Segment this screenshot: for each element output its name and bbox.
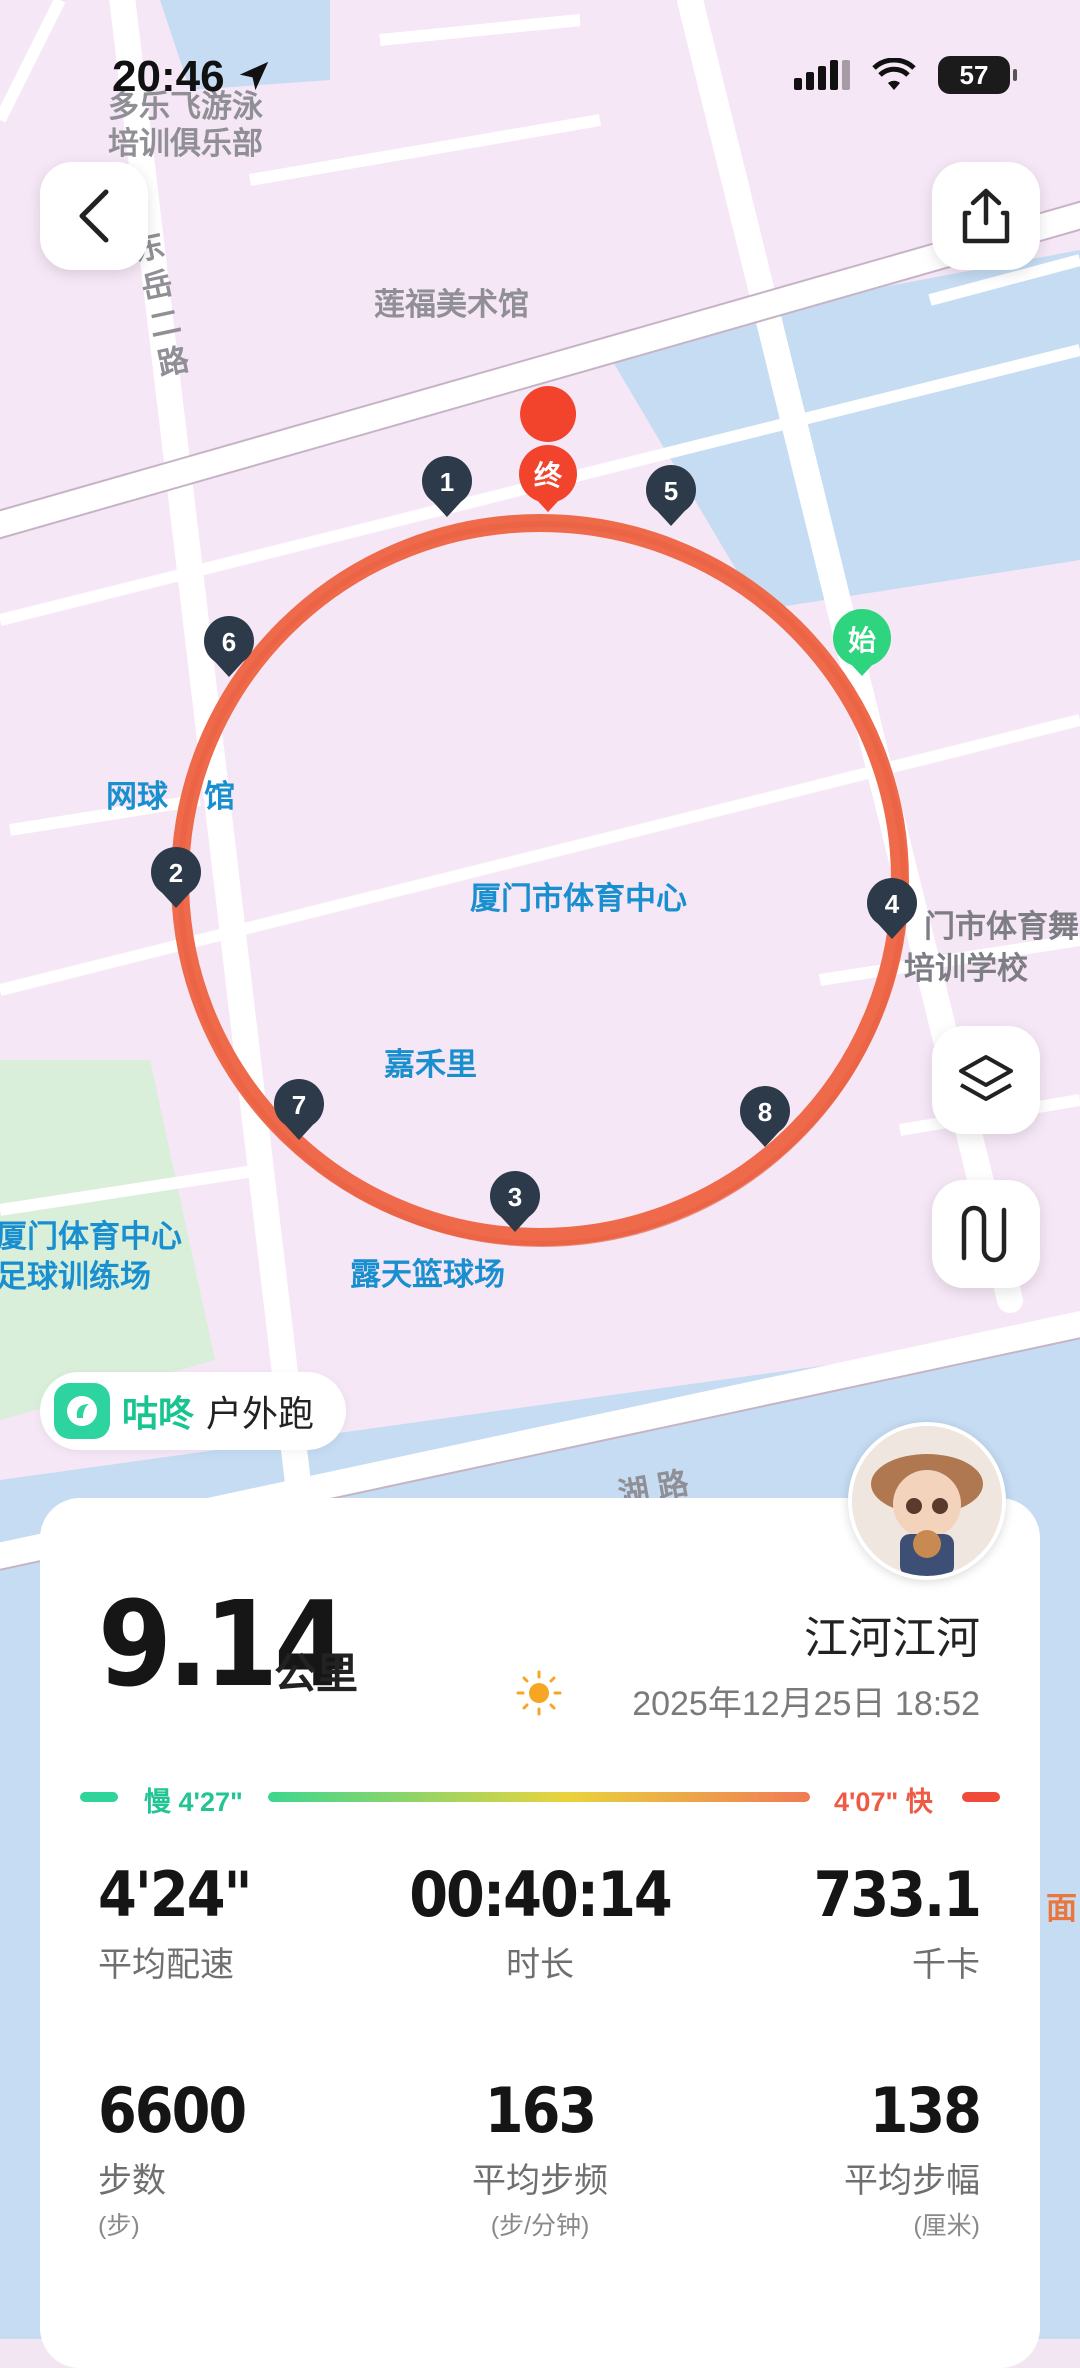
metric-stride-value: 138: [869, 2074, 982, 2147]
km-marker-label: 6: [222, 627, 236, 657]
km-marker-label: 3: [508, 1182, 522, 1212]
start-marker-label: 始: [848, 625, 876, 656]
metric-stride: 138 平均步幅 (厘米): [660, 2074, 982, 2242]
km-marker-8[interactable]: 8: [740, 1086, 790, 1147]
share-button[interactable]: [932, 162, 1040, 270]
sun-icon: [516, 1670, 562, 1716]
metric-avg-pace-value: 4'24": [98, 1858, 253, 1931]
metric-duration-value: 00:40:14: [409, 1858, 673, 1931]
pace-slow-indicator: [80, 1792, 118, 1802]
distance-unit: 公里: [274, 1650, 359, 1697]
route-style-icon: [961, 1205, 1007, 1263]
metric-duration-label: 时长: [506, 1946, 574, 1984]
metric-cadence-label: 平均步频: [472, 2162, 608, 2200]
wifi-icon: [872, 58, 916, 90]
km-marker-label: 1: [440, 467, 454, 497]
battery-level: 57: [959, 59, 989, 90]
metric-avg-pace: 4'24" 平均配速: [98, 1858, 418, 1986]
metric-avg-pace-label: 平均配速: [98, 1946, 234, 1984]
status-icons: 57: [794, 56, 1017, 94]
app-sport-badge: 咕咚 户外跑: [40, 1372, 347, 1450]
status-time: 20:46: [112, 52, 271, 102]
layers-icon: [959, 1055, 1013, 1101]
metric-stride-unit: (厘米): [913, 2212, 980, 2240]
app-name: 咕咚: [122, 1393, 195, 1434]
km-marker-4[interactable]: 4: [867, 878, 917, 939]
map-layers-button[interactable]: [932, 1026, 1040, 1134]
km-marker-2[interactable]: 2: [151, 847, 201, 908]
battery-indicator: 57: [938, 56, 1017, 94]
km-marker-7[interactable]: 7: [274, 1079, 324, 1140]
km-marker-label: 7: [292, 1090, 306, 1120]
km-marker-5[interactable]: 5: [646, 465, 696, 526]
km-marker-label: 8: [758, 1097, 772, 1127]
metric-steps: 6600 步数 (步): [98, 2074, 418, 2242]
metric-steps-label: 步数: [98, 2162, 166, 2200]
status-time-text: 20:46: [112, 52, 225, 101]
km-marker-label: 2: [169, 858, 183, 888]
metric-calories-value: 733.1: [813, 1858, 982, 1931]
km-marker-label: 4: [885, 889, 900, 919]
username: 江河江河: [804, 1614, 980, 1663]
km-marker-6[interactable]: 6: [204, 616, 254, 677]
metric-cadence-unit: (步/分钟): [490, 2212, 590, 2240]
pace-range-bar: 慢 4'27" 4'07" 快: [80, 1778, 1000, 1818]
end-marker-label: 终: [534, 460, 563, 491]
share-icon: [962, 188, 1010, 244]
activity-datetime: 2025年12月25日 18:52: [632, 1685, 980, 1723]
metric-stride-label: 平均步幅: [844, 2162, 980, 2200]
signal-icon: [794, 60, 850, 90]
back-icon: [79, 189, 109, 243]
codoon-logo-icon: [54, 1383, 110, 1439]
pace-fast-indicator: [962, 1792, 1000, 1802]
pace-gradient-bar: [268, 1792, 810, 1802]
pace-slow-label: 慢 4'27": [144, 1787, 243, 1817]
pace-fast-label: 4'07" 快: [834, 1787, 933, 1817]
avatar[interactable]: [848, 1422, 1006, 1580]
start-marker[interactable]: 始: [833, 609, 891, 676]
metric-calories: 733.1 千卡: [660, 1858, 982, 1986]
sport-type: 户外跑: [206, 1393, 315, 1434]
metric-duration: 00:40:14 时长: [380, 1858, 700, 1986]
metric-steps-value: 6600: [98, 2074, 247, 2147]
metric-cadence: 163 平均步频 (步/分钟): [380, 2074, 700, 2242]
back-button[interactable]: [40, 162, 148, 270]
location-arrow-icon: [239, 61, 268, 91]
km-marker-3[interactable]: 3: [490, 1171, 540, 1232]
km-marker-1[interactable]: 1: [422, 456, 472, 517]
metric-steps-unit: (步): [98, 2212, 140, 2240]
metric-cadence-value: 163: [484, 2074, 597, 2147]
end-marker[interactable]: 终: [519, 386, 577, 512]
route-style-button[interactable]: [932, 1180, 1040, 1288]
km-marker-label: 5: [664, 476, 678, 506]
metric-calories-label: 千卡: [912, 1946, 980, 1984]
